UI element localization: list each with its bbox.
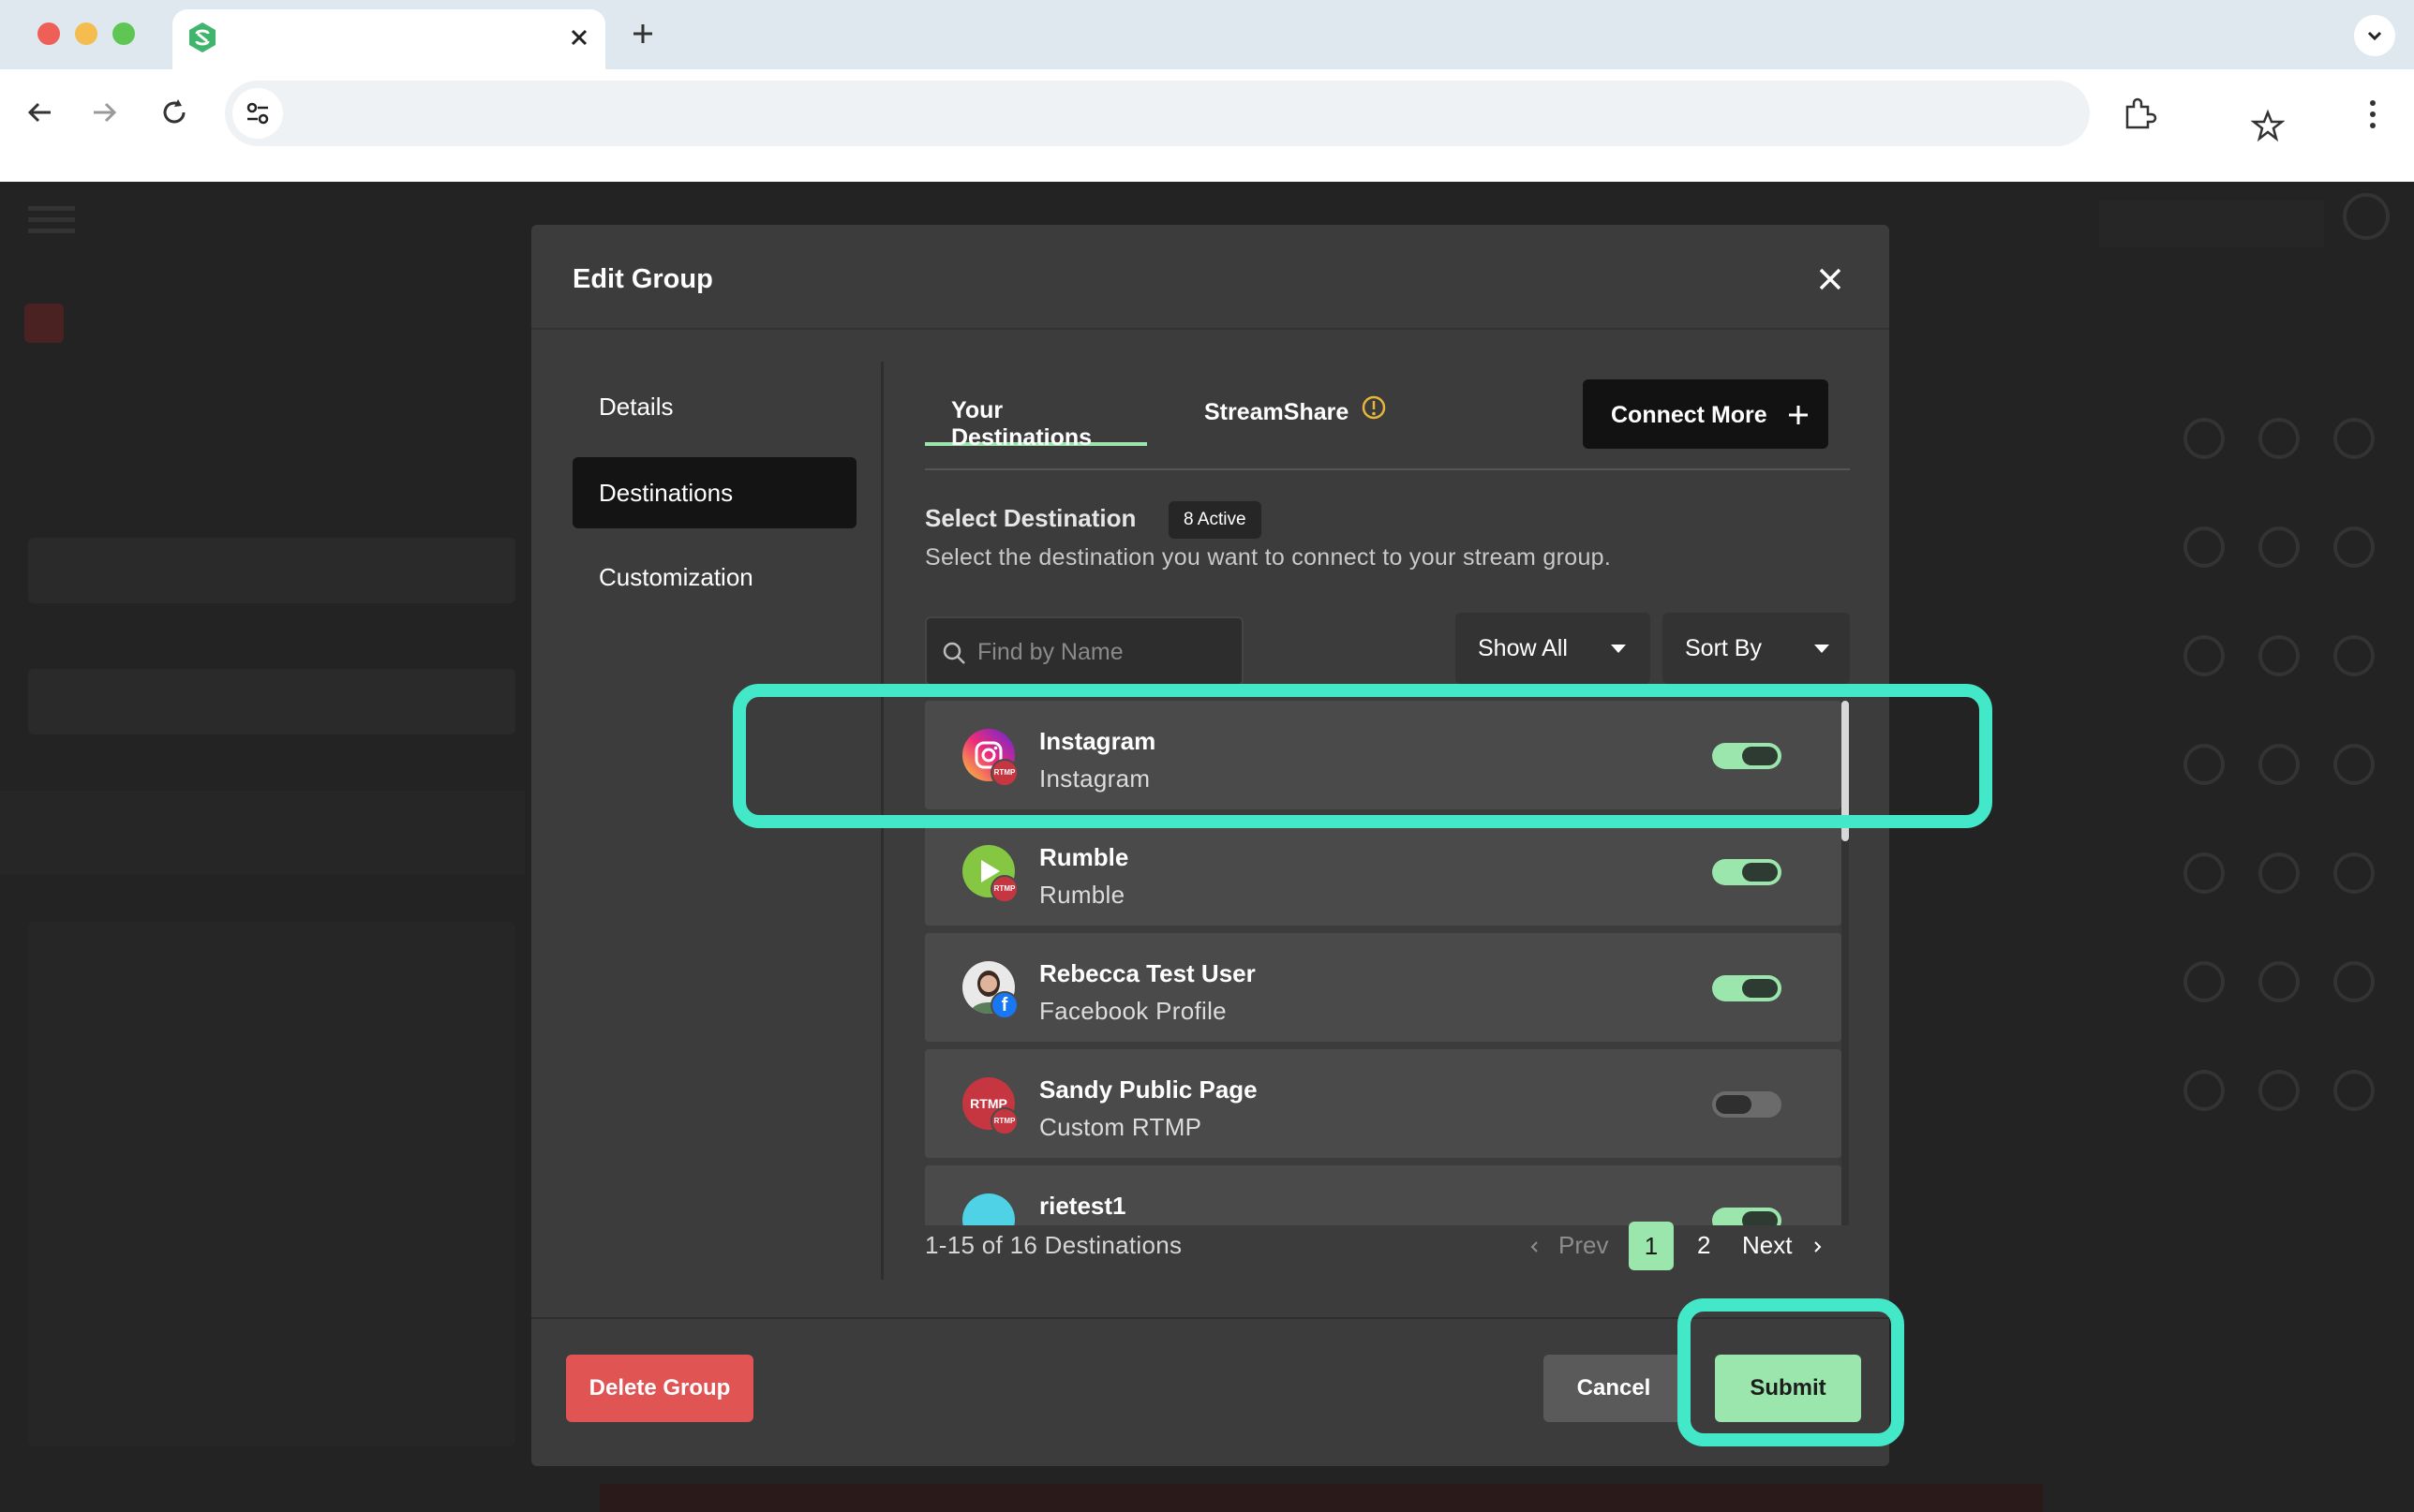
sort-by-dropdown[interactable]: Sort By (1662, 613, 1850, 684)
close-icon[interactable] (1811, 260, 1849, 298)
destination-toggle[interactable] (1712, 975, 1781, 1001)
background-row (2090, 845, 2375, 901)
browser-toolbar (0, 69, 2414, 157)
search-input[interactable] (977, 633, 1230, 671)
background-settings-panel (28, 922, 515, 1446)
extensions-puzzle-icon[interactable] (2120, 96, 2157, 133)
background-field (28, 669, 515, 734)
browser-tab[interactable] (172, 9, 605, 69)
tab-label: StreamShare (1204, 399, 1349, 425)
modal-header: Edit Group (531, 225, 1889, 330)
caret-down-icon (1814, 645, 1829, 653)
user-avatar-icon (2343, 193, 2390, 240)
connect-more-button[interactable]: Connect More (1583, 379, 1828, 449)
destination-name: Rumble (1039, 843, 1129, 871)
pagination-prev[interactable]: Prev (1558, 1231, 1608, 1260)
background-account (2099, 200, 2324, 247)
workflow-color-swatch (24, 304, 64, 343)
search-icon (943, 642, 965, 664)
pagination-next[interactable]: Next (1742, 1231, 1792, 1260)
instagram-highlight-box (733, 684, 1992, 828)
list-item[interactable]: RTMP RTMP Sandy Public Page Custom RTMP (925, 1049, 1841, 1158)
background-row (2090, 410, 2375, 467)
cancel-button[interactable]: Cancel (1543, 1355, 1684, 1422)
tabs-divider (925, 468, 1850, 470)
list-item[interactable]: rietest1 (925, 1165, 1841, 1225)
select-destination-title: Select Destination (925, 504, 1137, 532)
tab-search-button[interactable] (2354, 15, 2395, 56)
submit-highlight-box (1677, 1298, 1904, 1446)
chevron-left-icon (1530, 1241, 1538, 1253)
tab-your-destinations[interactable]: Your Destinations (925, 392, 1147, 451)
background-row (2090, 1062, 2375, 1119)
tab-streamshare[interactable]: StreamShare (1204, 392, 1349, 446)
plus-icon[interactable] (628, 19, 658, 49)
plus-icon (1789, 406, 1808, 424)
sidebar-item-customization[interactable]: Customization (573, 541, 857, 613)
pagination-summary: 1-15 of 16 Destinations (925, 1231, 1183, 1259)
browser-toolbar-spacer (0, 157, 2414, 182)
tune-icon (246, 102, 269, 125)
back-arrow-icon[interactable] (21, 94, 58, 131)
list-item[interactable]: RTMP Rumble Rumble (925, 817, 1841, 926)
active-count-badge: 8 Active (1169, 501, 1261, 539)
forward-arrow-icon[interactable] (86, 94, 124, 131)
show-all-dropdown[interactable]: Show All (1455, 613, 1650, 684)
rtmp-badge: RTMP (991, 1107, 1019, 1135)
rtmp-badge: RTMP (991, 875, 1019, 903)
background-field (28, 538, 515, 603)
destination-name: rietest1 (1039, 1192, 1126, 1220)
window-minimize-button[interactable] (75, 22, 97, 45)
sidebar-item-details[interactable]: Details (573, 371, 857, 442)
background-row (2090, 628, 2375, 684)
destination-type: Custom RTMP (1039, 1113, 1202, 1141)
browser-tab-strip (0, 0, 2414, 69)
hamburger-menu-icon (28, 200, 75, 238)
show-all-label: Show All (1478, 635, 1568, 661)
sort-by-label: Sort By (1685, 635, 1762, 661)
browser-menu-icon[interactable] (2362, 96, 2384, 133)
connect-more-label: Connect More (1611, 402, 1767, 428)
sidebar-item-destinations[interactable]: Destinations (573, 457, 857, 528)
background-row (2090, 519, 2375, 575)
destination-type: Rumble (1039, 881, 1125, 909)
site-controls-button[interactable] (232, 88, 283, 139)
pagination-page-2[interactable]: 2 (1697, 1231, 1710, 1260)
destination-toggle[interactable] (1712, 859, 1781, 885)
background-strip (600, 1484, 2043, 1512)
switchboard-favicon-icon (189, 22, 216, 52)
pagination-page-1[interactable]: 1 (1629, 1222, 1674, 1270)
destination-toggle[interactable] (1712, 1091, 1781, 1118)
info-warning-icon[interactable] (1361, 394, 1387, 421)
destination-toggle[interactable] (1712, 1208, 1781, 1225)
background-tabs (0, 791, 525, 875)
destination-name: Sandy Public Page (1039, 1075, 1258, 1104)
modal-title: Edit Group (573, 264, 713, 294)
address-bar[interactable] (225, 81, 2285, 146)
search-box[interactable] (925, 616, 1244, 686)
select-destination-subtitle: Select the destination you want to conne… (925, 544, 1612, 571)
destination-name: Rebecca Test User (1039, 959, 1256, 987)
background-row (2090, 954, 2375, 1010)
list-item[interactable]: f Rebecca Test User Facebook Profile (925, 933, 1841, 1042)
reload-icon[interactable] (156, 94, 193, 131)
tab-label: Your Destinations (951, 397, 1093, 451)
window-maximize-button[interactable] (112, 22, 135, 45)
chevron-down-icon (2367, 31, 2382, 41)
window-close-button[interactable] (37, 22, 60, 45)
edit-group-modal: Edit Group Details Destinations Customiz… (531, 225, 1889, 1466)
close-icon[interactable] (564, 22, 594, 52)
bookmark-star-icon[interactable] (2251, 109, 2285, 142)
caret-down-icon (1611, 645, 1626, 653)
rtmp-icon (962, 1193, 1015, 1225)
background-row (2090, 736, 2375, 793)
facebook-icon: f (991, 991, 1019, 1019)
destination-type: Facebook Profile (1039, 997, 1227, 1025)
chevron-right-icon (1814, 1241, 1822, 1253)
delete-group-button[interactable]: Delete Group (566, 1355, 753, 1422)
